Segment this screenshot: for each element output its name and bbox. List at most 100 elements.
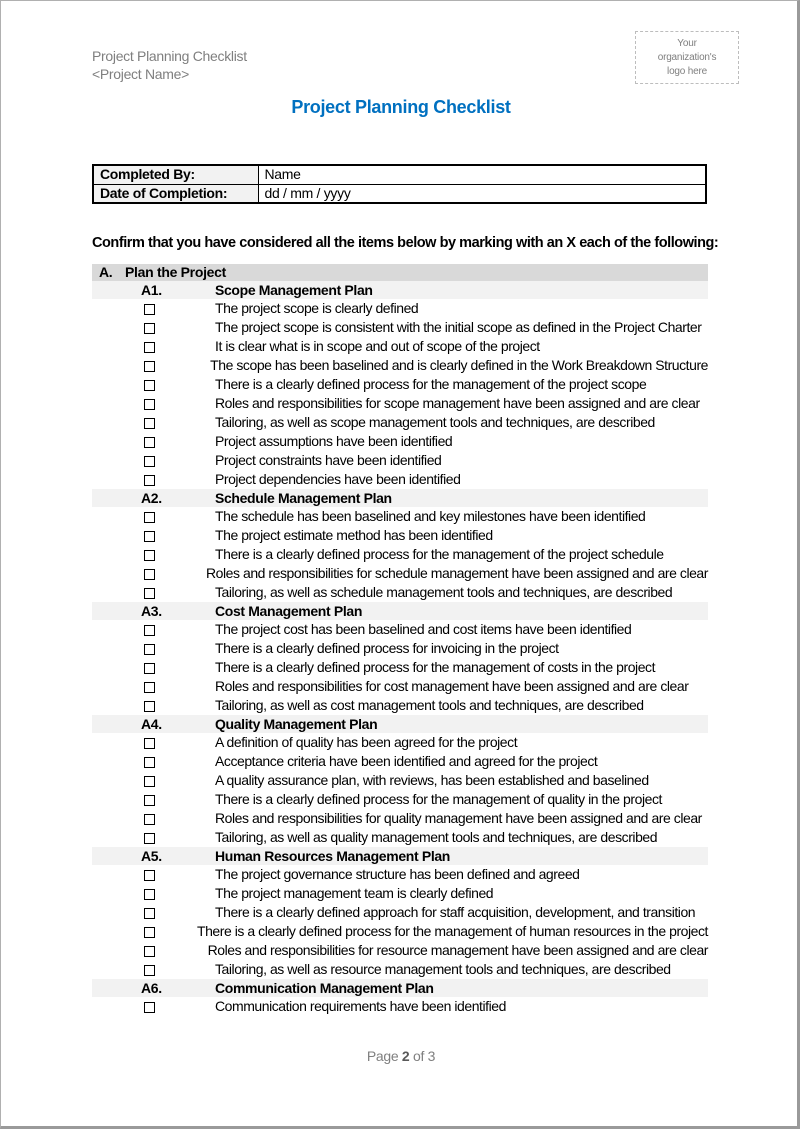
checkbox-cell — [92, 451, 215, 470]
checklist-item-text: A definition of quality has been agreed … — [215, 734, 518, 750]
checkbox[interactable] — [144, 833, 155, 844]
checklist-item: A definition of quality has been agreed … — [92, 733, 708, 752]
logo-placeholder: Your organization's logo here — [635, 31, 739, 84]
checklist-item: The project governance structure has bee… — [92, 865, 708, 884]
checkbox[interactable] — [144, 908, 155, 919]
checkbox[interactable] — [144, 946, 155, 957]
checklist-item-text: It is clear what is in scope and out of … — [215, 338, 540, 354]
completed-by-field[interactable]: Name — [257, 164, 707, 185]
checklist-item-text: Project assumptions have been identified — [215, 433, 453, 449]
checkbox[interactable] — [144, 531, 155, 542]
subsection-number: A5. — [141, 848, 162, 864]
checklist-item-text: Acceptance criteria have been identified… — [215, 753, 598, 769]
checkbox-cell — [92, 790, 215, 809]
completed-by-label: Completed By: — [92, 164, 259, 185]
checklist-item: A quality assurance plan, with reviews, … — [92, 771, 708, 790]
logo-text-line: Your — [677, 38, 697, 49]
checkbox[interactable] — [144, 569, 155, 580]
subsection-number: A3. — [141, 603, 162, 619]
checkbox[interactable] — [144, 814, 155, 825]
checkbox-cell — [92, 526, 215, 545]
checklist-item: The project scope is consistent with the… — [92, 318, 708, 337]
completed-by-row: Completed By: Name — [92, 164, 707, 185]
checkbox[interactable] — [144, 512, 155, 523]
checkbox-cell — [92, 828, 215, 847]
checklist-item-text: A quality assurance plan, with reviews, … — [215, 772, 649, 788]
checklist-item-text: There is a clearly defined process for t… — [215, 659, 656, 675]
checkbox[interactable] — [144, 399, 155, 410]
checklist-item: Acceptance criteria have been identified… — [92, 752, 708, 771]
checkbox-cell — [92, 337, 215, 356]
checkbox-cell — [92, 432, 215, 451]
checkbox[interactable] — [144, 663, 155, 674]
checkbox-cell — [92, 752, 215, 771]
checkbox[interactable] — [144, 682, 155, 693]
checkbox-cell — [92, 564, 206, 583]
checkbox[interactable] — [144, 550, 155, 561]
subsection-title: Scope Management Plan — [215, 282, 373, 298]
checkbox[interactable] — [144, 625, 155, 636]
checkbox[interactable] — [144, 380, 155, 391]
checkbox[interactable] — [144, 870, 155, 881]
checkbox-cell — [92, 620, 215, 639]
subsection-title: Quality Management Plan — [215, 716, 378, 732]
checkbox[interactable] — [144, 361, 155, 372]
subsection-number: A4. — [141, 716, 162, 732]
checklist-item-text: Roles and responsibilities for resource … — [207, 942, 709, 958]
checkbox[interactable] — [144, 1002, 155, 1013]
checkbox[interactable] — [144, 738, 155, 749]
date-of-completion-label: Date of Completion: — [92, 183, 259, 204]
checkbox-cell — [92, 696, 215, 715]
checkbox-cell — [92, 470, 215, 489]
subsection-header: A1. Scope Management Plan — [92, 281, 708, 299]
checkbox[interactable] — [144, 965, 155, 976]
checkbox-cell — [92, 394, 215, 413]
checklist-item: Tailoring, as well as quality management… — [92, 828, 708, 847]
checklist-item: The project management team is clearly d… — [92, 884, 708, 903]
checkbox[interactable] — [144, 588, 155, 599]
subsection-title: Communication Management Plan — [215, 980, 434, 996]
checklist-item-text: The project management team is clearly d… — [215, 885, 494, 901]
checkbox[interactable] — [144, 889, 155, 900]
checklist-item-text: The project cost has been baselined and … — [215, 621, 632, 637]
checkbox[interactable] — [144, 644, 155, 655]
checkbox-cell — [92, 318, 215, 337]
checklist-item: It is clear what is in scope and out of … — [92, 337, 708, 356]
checklist-item: There is a clearly defined process for i… — [92, 639, 708, 658]
completion-info-table: Completed By: Name Date of Completion: d… — [92, 164, 707, 204]
checklist-item: The project estimate method has been ide… — [92, 526, 708, 545]
header-project-name: <Project Name> — [92, 66, 189, 82]
checkbox[interactable] — [144, 776, 155, 787]
checklist-item-text: The project estimate method has been ide… — [215, 527, 493, 543]
date-of-completion-field[interactable]: dd / mm / yyyy — [257, 183, 707, 204]
checklist-item: Tailoring, as well as resource managemen… — [92, 960, 708, 979]
subsection-title: Schedule Management Plan — [215, 490, 392, 506]
checkbox[interactable] — [144, 475, 155, 486]
checklist-item: There is a clearly defined approach for … — [92, 903, 708, 922]
checklist-item-text: The project scope is clearly defined — [215, 300, 419, 316]
checkbox[interactable] — [144, 795, 155, 806]
checklist-item: Project assumptions have been identified — [92, 432, 708, 451]
page-of-label: of — [409, 1048, 428, 1064]
subsection-title: Cost Management Plan — [215, 603, 363, 619]
checklist-item-text: There is a clearly defined process for t… — [215, 376, 647, 392]
checklist-item-text: Project dependencies have been identifie… — [215, 471, 461, 487]
logo-text-line: organization's — [657, 52, 717, 63]
checklist-item: There is a clearly defined process for t… — [92, 922, 708, 941]
checkbox[interactable] — [144, 456, 155, 467]
checklist-item-text: There is a clearly defined process for i… — [215, 640, 559, 656]
checklist-item-text: Roles and responsibilities for scope man… — [215, 395, 700, 411]
subsection-header: A3. Cost Management Plan — [92, 602, 708, 620]
checkbox[interactable] — [144, 701, 155, 712]
checkbox[interactable] — [144, 418, 155, 429]
checkbox[interactable] — [144, 927, 155, 938]
checkbox[interactable] — [144, 304, 155, 315]
checkbox[interactable] — [144, 757, 155, 768]
checkbox[interactable] — [144, 323, 155, 334]
logo-text-line: logo here — [667, 66, 707, 77]
checkbox[interactable] — [144, 437, 155, 448]
checkbox[interactable] — [144, 342, 155, 353]
checklist-item: Project constraints have been identified — [92, 451, 708, 470]
checklist-item-text: The project scope is consistent with the… — [215, 319, 702, 335]
checkbox-cell — [92, 507, 215, 526]
